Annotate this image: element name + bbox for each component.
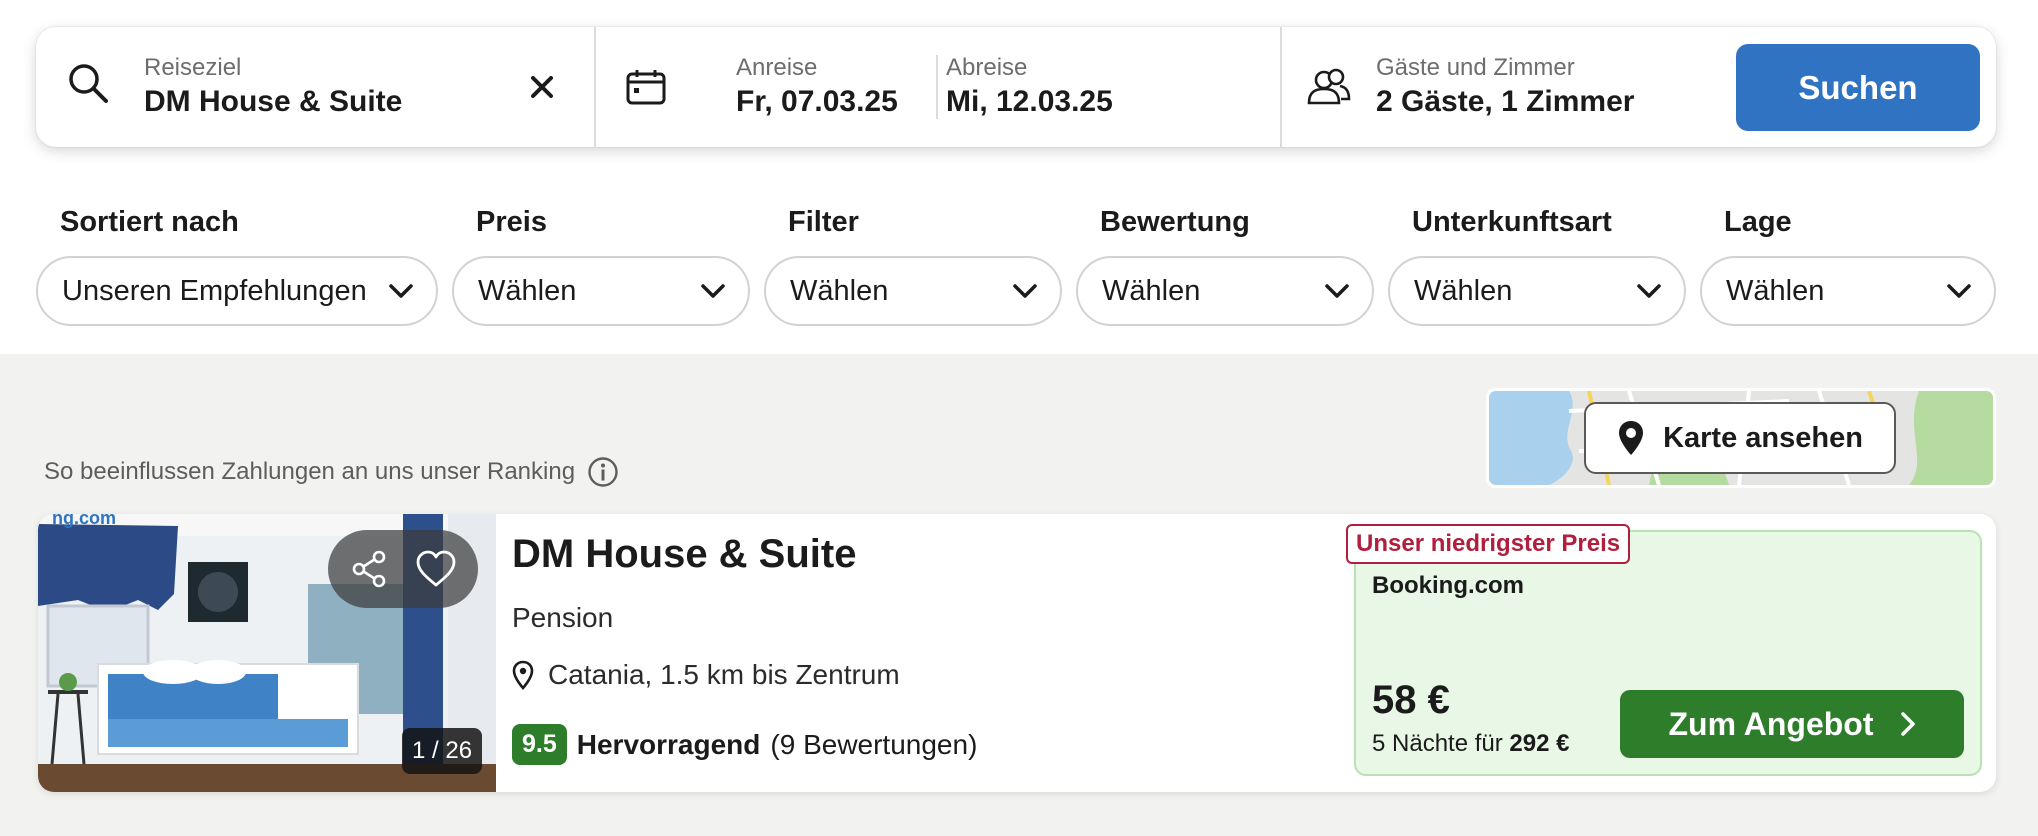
destination-field[interactable]: Reiseziel DM House & Suite	[36, 27, 594, 147]
filter-filter: Filter Wählen	[764, 206, 1062, 326]
map-pin-icon	[1619, 421, 1644, 455]
view-offer-button[interactable]: Zum Angebot	[1620, 690, 1964, 758]
show-map-button[interactable]: Karte ansehen	[1584, 402, 1896, 474]
filter-value: Wählen	[1102, 274, 1201, 307]
share-icon[interactable]	[350, 550, 388, 588]
search-icon	[69, 64, 108, 103]
watermark: ng.com	[52, 514, 116, 528]
hotel-rating: 9.5 Hervorragend (9 Bewertungen)	[512, 724, 977, 765]
filter-title: Filter	[788, 206, 859, 238]
clear-icon[interactable]	[530, 75, 554, 99]
filter-location-select[interactable]: Wählen	[1700, 256, 1996, 326]
filter-filter-select[interactable]: Wählen	[764, 256, 1062, 326]
chevron-down-icon	[1325, 284, 1349, 298]
info-icon	[588, 457, 618, 487]
ranking-note[interactable]: So beeinflussen Zahlungen an uns unser R…	[44, 456, 619, 488]
photo-counter: 1 / 26	[402, 728, 483, 774]
guests-label: Gäste und Zimmer	[1376, 54, 1575, 81]
filter-price: Preis Wählen	[452, 206, 750, 326]
hotel-location: Catania, 1.5 km bis Zentrum	[512, 659, 900, 691]
total-price-note: 5 Nächte für 292 €	[1372, 730, 1569, 758]
photo-actions	[328, 530, 478, 608]
checkout-label: Abreise	[946, 54, 1028, 81]
destination-value: DM House & Suite	[144, 85, 403, 118]
filter-accommodation-type-select[interactable]: Wählen	[1388, 256, 1686, 326]
filter-accommodation-type: Unterkunftsart Wählen	[1388, 206, 1686, 326]
filter-title: Preis	[476, 206, 547, 238]
price: 58 €	[1372, 678, 1450, 722]
filter-location: Lage Wählen	[1700, 206, 1996, 326]
chevron-down-icon	[389, 284, 413, 298]
location-text: Catania, 1.5 km bis Zentrum	[548, 659, 900, 690]
filter-rating: Bewertung Wählen	[1076, 206, 1374, 326]
hotel-type: Pension	[512, 602, 614, 633]
offer-button-label: Zum Angebot	[1668, 705, 1874, 742]
review-count: (9 Bewertungen)	[770, 728, 978, 760]
rating-score-badge: 9.5	[512, 724, 567, 765]
filter-title: Unterkunftsart	[1412, 206, 1612, 238]
checkin-field[interactable]: Anreise Fr, 07.03.25	[596, 27, 898, 147]
chevron-down-icon	[701, 284, 725, 298]
checkin-label: Anreise	[736, 54, 818, 81]
checkout-field[interactable]: Abreise Mi, 12.03.25	[938, 27, 1278, 147]
filter-sort: Sortiert nach Unseren Empfehlungen	[36, 206, 438, 326]
filter-value: Wählen	[478, 274, 577, 307]
search-bar: Reiseziel DM House & Suite Anreise Fr, 0…	[36, 27, 1996, 147]
chevron-down-icon	[1013, 284, 1037, 298]
lowest-price-badge: Unser niedrigster Preis	[1346, 524, 1631, 564]
checkout-value: Mi, 12.03.25	[946, 85, 1113, 118]
filter-value: Unseren Empfehlungen	[62, 274, 367, 307]
guests-icon	[1307, 68, 1351, 105]
hotel-photo[interactable]: ng.com 1 / 26	[38, 514, 496, 792]
filter-value: Wählen	[1726, 274, 1825, 307]
destination-label: Reiseziel	[144, 54, 242, 81]
hotel-result-card[interactable]: ng.com 1 / 26 DM House & Suite Pension C…	[38, 514, 1996, 792]
chevron-down-icon	[1637, 284, 1661, 298]
filter-value: Wählen	[1414, 274, 1513, 307]
provider-name: Booking.com	[1372, 572, 1525, 599]
filter-sort-select[interactable]: Unseren Empfehlungen	[36, 256, 438, 326]
hotel-name[interactable]: DM House & Suite	[512, 532, 856, 577]
nights-text: 5 Nächte für	[1372, 730, 1503, 757]
guests-field[interactable]: Gäste und Zimmer 2 Gäste, 1 Zimmer	[1282, 27, 1722, 147]
filter-title: Bewertung	[1100, 206, 1250, 238]
chevron-right-icon	[1900, 712, 1915, 736]
chevron-down-icon	[1947, 284, 1971, 298]
rating-word: Hervorragend	[576, 728, 761, 760]
ranking-note-text: So beeinflussen Zahlungen an uns unser R…	[44, 458, 576, 485]
checkin-value: Fr, 07.03.25	[736, 85, 898, 118]
header-area: Reiseziel DM House & Suite Anreise Fr, 0…	[0, 0, 2038, 354]
show-map-label: Karte ansehen	[1663, 421, 1863, 454]
filter-value: Wählen	[790, 274, 889, 307]
calendar-icon	[626, 70, 666, 105]
filter-rating-select[interactable]: Wählen	[1076, 256, 1374, 326]
nights-total: 292 €	[1509, 730, 1570, 757]
heart-icon[interactable]	[415, 550, 457, 588]
guests-value: 2 Gäste, 1 Zimmer	[1376, 85, 1635, 118]
filter-price-select[interactable]: Wählen	[452, 256, 750, 326]
filter-title: Lage	[1724, 206, 1792, 238]
location-pin-icon	[512, 660, 534, 690]
filter-title: Sortiert nach	[60, 206, 239, 238]
search-button[interactable]: Suchen	[1736, 44, 1980, 131]
